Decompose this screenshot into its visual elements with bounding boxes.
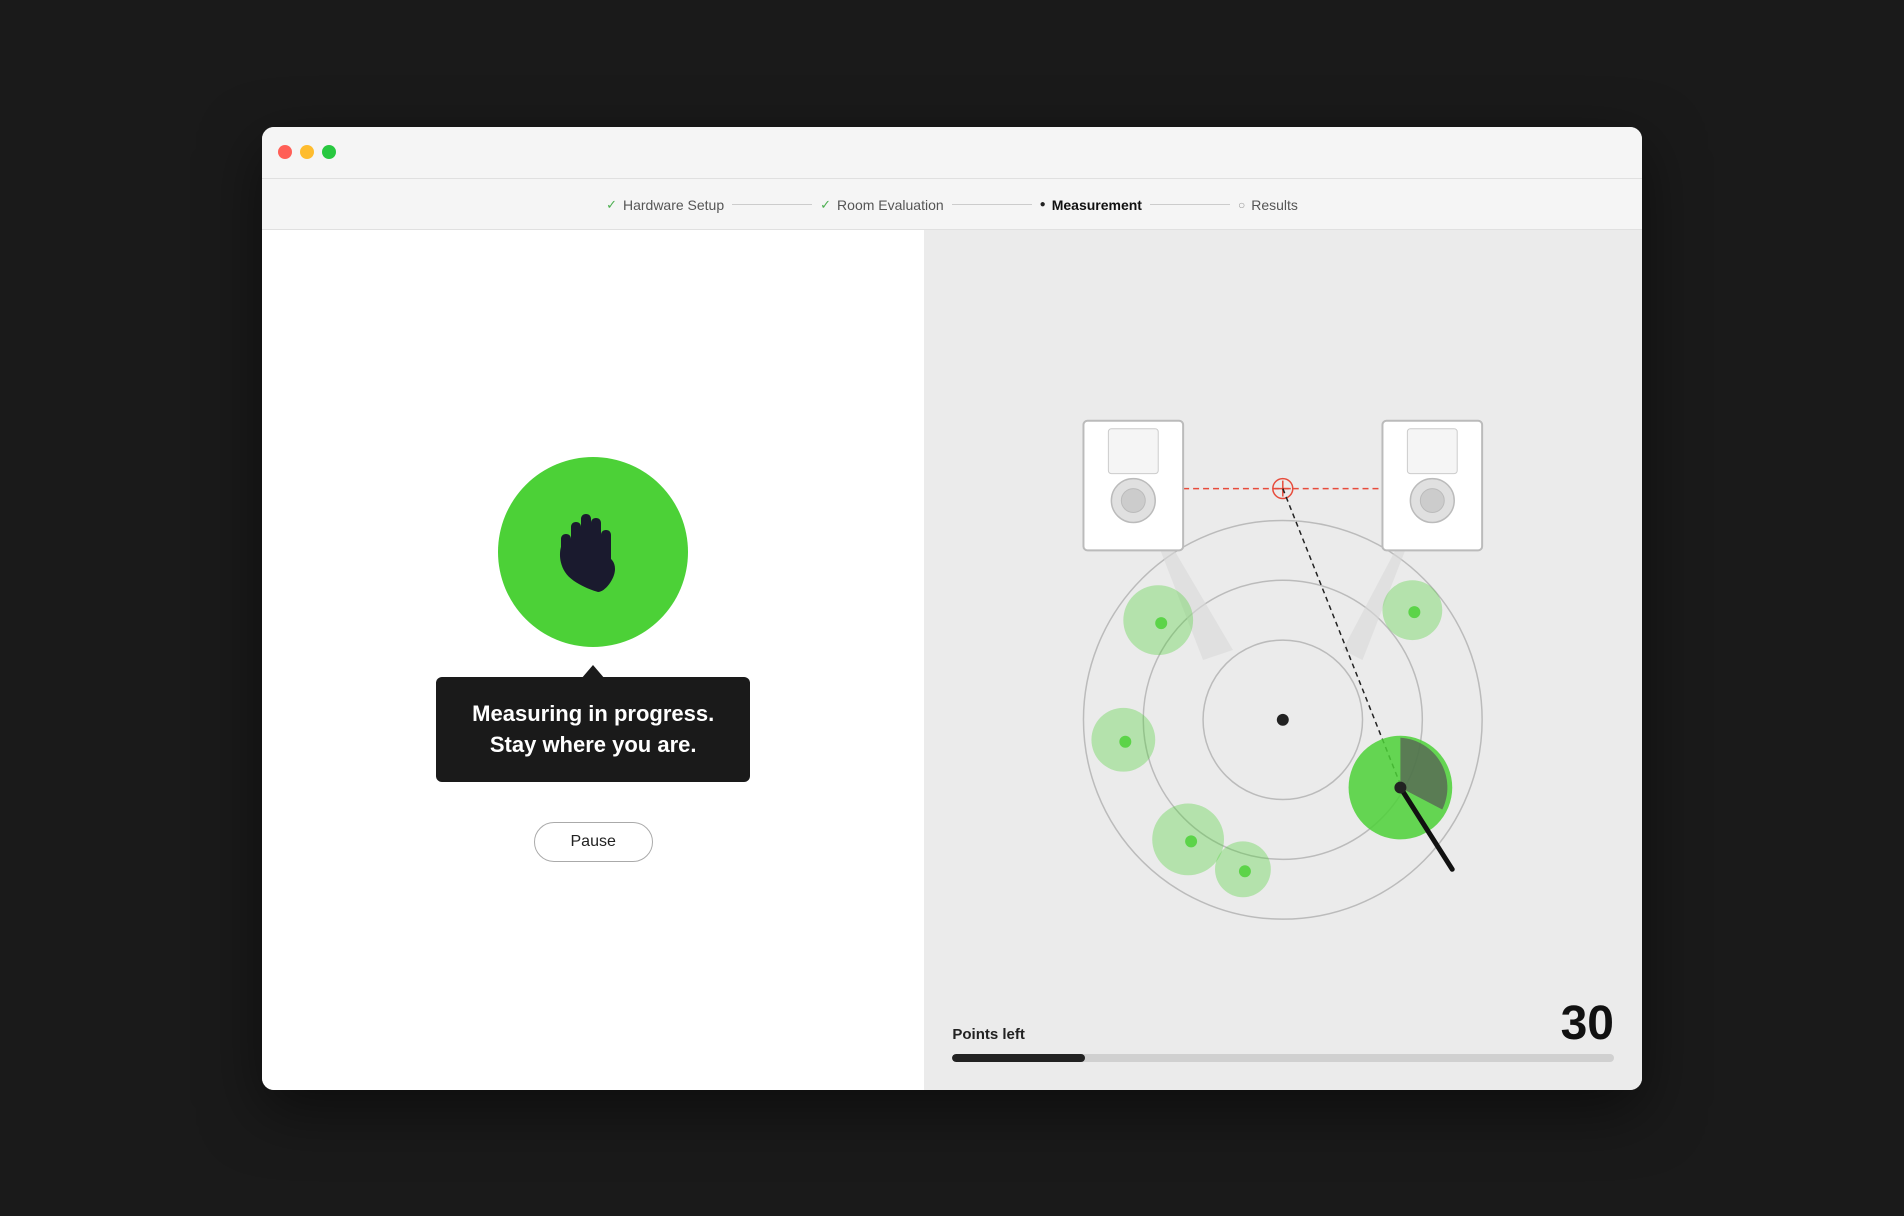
points-label-row: Points left 30 (952, 1000, 1614, 1048)
traffic-lights (278, 145, 336, 159)
pending-circle-icon: ○ (1238, 198, 1245, 212)
hand-icon-circle (498, 457, 688, 647)
left-panel: Measuring in progress. Stay where you ar… (262, 230, 924, 1090)
points-bar: Points left 30 (952, 1000, 1614, 1062)
step-label-measurement: Measurement (1052, 197, 1142, 213)
points-number: 30 (1561, 1000, 1614, 1048)
app-window: ✓ Hardware Setup ✓ Room Evaluation ● Mea… (262, 127, 1642, 1090)
active-dot-icon: ● (1040, 199, 1046, 210)
step-label-results: Results (1251, 197, 1298, 213)
message-line2: Stay where you are. (490, 732, 697, 757)
pause-button[interactable]: Pause (534, 822, 653, 862)
check-icon: ✓ (606, 197, 617, 213)
progress-track (952, 1054, 1614, 1062)
step-connector-2 (952, 204, 1032, 205)
right-panel: Points left 30 (924, 230, 1642, 1090)
minimize-button[interactable] (300, 145, 314, 159)
step-connector-3 (1150, 204, 1230, 205)
step-results: ○ Results (1238, 197, 1298, 213)
stepper-bar: ✓ Hardware Setup ✓ Room Evaluation ● Mea… (262, 179, 1642, 230)
message-line1: Measuring in progress. (472, 701, 714, 726)
progress-fill (952, 1054, 1084, 1062)
step-measurement: ● Measurement (1040, 197, 1142, 213)
message-text: Measuring in progress. Stay where you ar… (472, 699, 714, 761)
close-button[interactable] (278, 145, 292, 159)
step-label-hardware-setup: Hardware Setup (623, 197, 724, 213)
points-label: Points left (952, 1026, 1025, 1043)
step-label-room-evaluation: Room Evaluation (837, 197, 944, 213)
step-connector-1 (732, 204, 812, 205)
step-room-evaluation: ✓ Room Evaluation (820, 197, 944, 213)
check-icon-2: ✓ (820, 197, 831, 213)
room-diagram-svg (924, 230, 1642, 1090)
hand-icon (543, 497, 643, 607)
step-hardware-setup: ✓ Hardware Setup (606, 197, 724, 213)
maximize-button[interactable] (322, 145, 336, 159)
message-bubble: Measuring in progress. Stay where you ar… (436, 677, 750, 783)
titlebar (262, 127, 1642, 179)
main-content: Measuring in progress. Stay where you ar… (262, 230, 1642, 1090)
